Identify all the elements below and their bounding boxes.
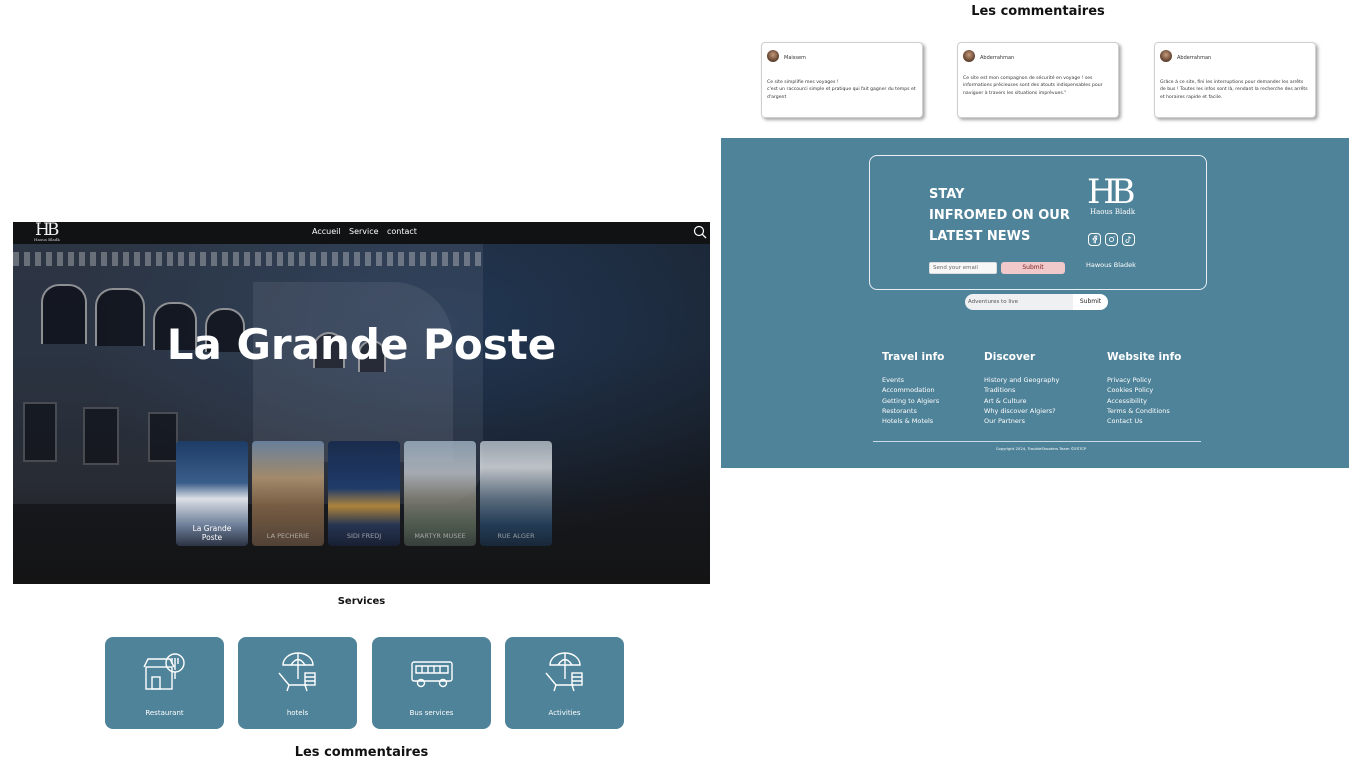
avatar — [1160, 50, 1172, 62]
building-window — [23, 402, 57, 462]
footer-link[interactable]: Art & Culture — [984, 396, 1059, 406]
service-card-hotels[interactable]: hotels — [238, 637, 357, 729]
hero-title: La Grande Poste — [166, 320, 557, 369]
footer-column-links: History and Geography Traditions Art & C… — [984, 375, 1059, 426]
logo[interactable]: HB — [35, 222, 59, 239]
card-label: La Grande Poste — [192, 524, 232, 542]
service-label: Bus services — [409, 709, 454, 717]
comment-card: Abderrahman Grâce à ce site, fini les in… — [1154, 42, 1316, 118]
service-card-bus[interactable]: Bus services — [372, 637, 491, 729]
service-label: Restaurant — [145, 709, 184, 717]
tiktok-icon[interactable] — [1122, 233, 1135, 246]
destination-card[interactable]: SIDI FREDJ — [328, 441, 400, 546]
footer-link[interactable]: Accessibility — [1107, 396, 1170, 406]
avatar — [963, 50, 975, 62]
footer-link[interactable]: Why discover Algiers? — [984, 406, 1059, 416]
comment-text: Ce site simplifie mes voyages ! c'est un… — [767, 80, 916, 100]
bus-icon — [411, 661, 453, 688]
brand-name: Hawous Bladek — [1086, 261, 1136, 269]
adventure-submit-button[interactable]: Submit — [1073, 294, 1108, 310]
comment-card: Abderrahman Ce site est mon compagnon de… — [957, 42, 1119, 118]
footer-column-links: Privacy Policy Cookies Policy Accessibil… — [1107, 375, 1170, 426]
top-nav: HB Haous Bladk Accueil Service contact — [13, 222, 710, 244]
building-window — [148, 412, 178, 462]
building-frieze — [13, 252, 483, 266]
newsletter-title-line: INFROMED ON OUR — [929, 208, 1070, 223]
email-input[interactable]: Send your email — [929, 262, 997, 274]
footer-link[interactable]: Privacy Policy — [1107, 375, 1170, 385]
comment-author: Abderrahman — [980, 55, 1015, 61]
footer-column-heading: Website info — [1107, 351, 1182, 363]
adventure-search-input[interactable]: Adventures to live — [965, 294, 1073, 310]
service-card-restaurant[interactable]: Restaurant — [105, 637, 224, 729]
facebook-icon[interactable] — [1088, 233, 1101, 246]
beach-umbrella-icon — [545, 652, 583, 692]
footer-column-links: Events Accommodation Getting to Algiers … — [882, 375, 939, 426]
footer-link[interactable]: Terms & Conditions — [1107, 406, 1170, 416]
avatar — [767, 50, 779, 62]
logo-subtitle: Haous Bladk — [34, 237, 60, 242]
hero-section: HB Haous Bladk Accueil Service contact L… — [13, 222, 710, 584]
footer-divider — [873, 441, 1201, 442]
service-label: hotels — [286, 709, 309, 717]
search-icon[interactable] — [693, 225, 707, 239]
building-tower — [253, 282, 453, 462]
comments-heading: Les commentaires — [971, 4, 1105, 19]
nav-link-contact[interactable]: contact — [387, 227, 417, 236]
footer: STAY INFROMED ON OUR LATEST NEWS Send yo… — [721, 138, 1349, 468]
footer-link[interactable]: Events — [882, 375, 939, 385]
beach-umbrella-icon — [278, 652, 316, 692]
card-label: RUE ALGER — [497, 532, 535, 540]
footer-link[interactable]: Getting to Algiers — [882, 396, 939, 406]
card-label: LA PECHERIE — [266, 532, 310, 540]
comments-heading: Les commentaires — [294, 745, 429, 760]
newsletter-title-line: LATEST NEWS — [929, 229, 1031, 244]
footer-link[interactable]: History and Geography — [984, 375, 1059, 385]
building-window — [83, 407, 119, 465]
footer-column-heading: Discover — [984, 351, 1036, 363]
restaurant-icon — [143, 653, 185, 690]
service-card-activities[interactable]: Activities — [505, 637, 624, 729]
footer-link[interactable]: Hotels & Motels — [882, 416, 939, 426]
footer-column-heading: Travel info — [882, 351, 945, 363]
footer-link[interactable]: Traditions — [984, 385, 1059, 395]
footer-link[interactable]: Our Partners — [984, 416, 1059, 426]
footer-link[interactable]: Accommodation — [882, 385, 939, 395]
destination-card[interactable]: RUE ALGER — [480, 441, 552, 546]
comment-author: Maissem — [784, 55, 806, 61]
brand-logo-subtitle: Haous Bladk — [1090, 208, 1136, 216]
comment-text: Grâce à ce site, fini les interruptions … — [1160, 80, 1308, 100]
copyright: Copyright 2024, TroubleShooters Team ©ES… — [995, 446, 1087, 451]
comment-card: Maissem Ce site simplifie mes voyages ! … — [761, 42, 923, 118]
card-label: SIDI FREDJ — [346, 532, 382, 540]
nav-link-accueil[interactable]: Accueil — [312, 227, 341, 236]
newsletter-box: STAY INFROMED ON OUR LATEST NEWS Send yo… — [869, 155, 1207, 290]
footer-link[interactable]: Contact Us — [1107, 416, 1170, 426]
instagram-icon[interactable] — [1105, 233, 1118, 246]
nav-link-service[interactable]: Service — [349, 227, 379, 236]
newsletter-title-line: STAY — [929, 187, 965, 202]
comment-text: Ce site est mon compagnon de sécurité en… — [963, 76, 1103, 96]
newsletter-submit-button[interactable]: Submit — [1001, 262, 1065, 274]
brand-logo: HB — [1087, 172, 1136, 212]
destination-card[interactable]: LA PECHERIE — [252, 441, 324, 546]
destination-card[interactable]: MARTYR MUSEE — [404, 441, 476, 546]
card-label: MARTYR MUSEE — [414, 532, 466, 540]
services-heading: Services — [337, 596, 386, 607]
footer-link[interactable]: Cookies Policy — [1107, 385, 1170, 395]
comment-author: Abderrahman — [1177, 55, 1212, 61]
footer-link[interactable]: Restorants — [882, 406, 939, 416]
service-label: Activities — [548, 709, 581, 717]
destination-card[interactable]: La Grande Poste — [176, 441, 248, 546]
